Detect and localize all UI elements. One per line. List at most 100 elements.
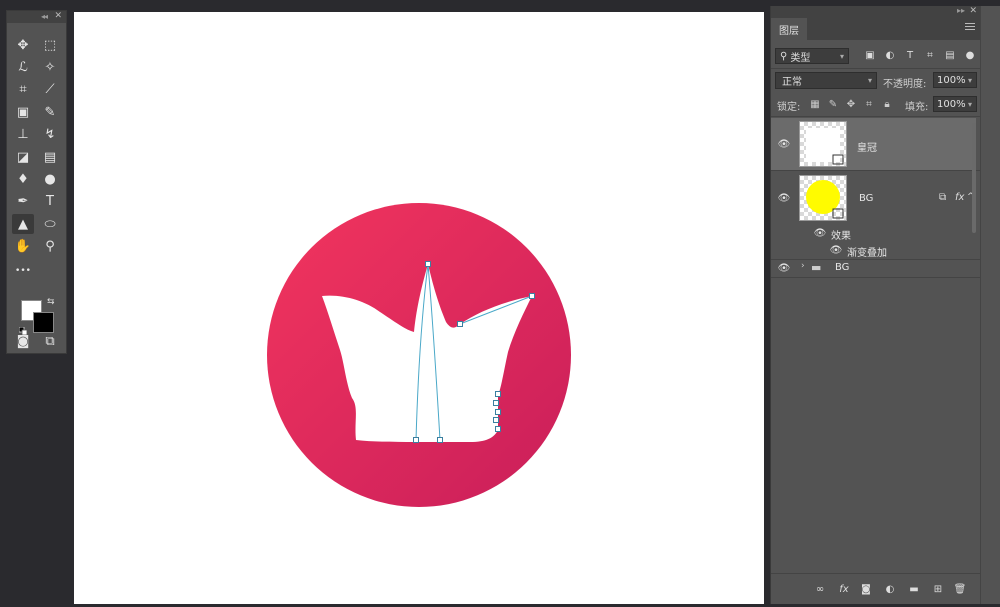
layer-filter-dropdown[interactable]: ⚲ 类型 ▾ [775, 48, 849, 64]
divider [771, 68, 981, 69]
move-tool-icon[interactable]: ✥ [12, 35, 34, 55]
type-filter-icon[interactable]: T [903, 48, 917, 62]
layer-row-crown[interactable]: 👁︎ 皇冠 [771, 118, 976, 170]
path-selection-tool-icon[interactable]: ▲ [12, 214, 34, 235]
lock-transparent-icon[interactable]: ▦ [809, 98, 821, 110]
folder-icon: ▬ [811, 261, 822, 274]
stamp-tool-icon[interactable]: ⊥ [12, 125, 34, 145]
fill-label: 填充: [905, 102, 929, 113]
tools-panel: ◂◂ ✕ ✥ ⬚ ℒ ✧ ⌗ ⟋ ▣ ✎ ⊥ ↯ ◪ ▤ ♦ ● ✒ T ▲ ⬭ ✋ ⚲ ••• ◙ ⧉ ⇆ [6, 10, 67, 354]
chevron-down-icon: ▾ [867, 76, 872, 85]
panel-dock-edge [980, 6, 1000, 604]
layer-thumbnail [799, 175, 847, 221]
history-brush-tool-icon[interactable]: ↯ [39, 125, 61, 145]
new-layer-icon[interactable]: ⊞ [931, 582, 945, 596]
add-mask-icon[interactable]: ◙ [859, 582, 873, 596]
lock-all-icon[interactable]: 🔒︎ [881, 98, 893, 110]
add-layer-style-icon[interactable]: fx [837, 582, 851, 596]
adjustment-filter-icon[interactable]: ◐ [883, 48, 897, 62]
visibility-eye-icon[interactable]: 👁︎ [829, 245, 843, 256]
shape-filter-icon[interactable]: ⌗ [923, 48, 937, 62]
opacity-value: 100% [937, 74, 966, 86]
effects-label: 效果 [831, 231, 851, 242]
lock-label: 锁定: [777, 102, 801, 113]
eyedropper-tool-icon[interactable]: ⟋ [39, 80, 61, 100]
layer-row-bg-group[interactable]: 👁︎ › ▬ BG [771, 260, 976, 276]
layer-style-icon[interactable]: ⧉ [939, 192, 946, 203]
chevron-right-icon[interactable]: › [801, 261, 805, 271]
magic-wand-tool-icon[interactable]: ✧ [39, 57, 61, 77]
default-colors-icon[interactable] [19, 327, 27, 335]
collapse-icon[interactable]: ▸▸ [957, 6, 965, 15]
opacity-input[interactable]: 100% ▾ [933, 72, 977, 88]
blur-tool-icon[interactable]: ♦ [12, 169, 34, 189]
visibility-eye-icon[interactable]: 👁︎ [813, 228, 827, 239]
ellipse-tool-icon[interactable]: ⬭ [39, 214, 61, 234]
lock-position-icon[interactable]: ✥ [845, 98, 857, 110]
search-icon: ⚲ [780, 50, 788, 62]
visibility-eye-icon[interactable]: 👁︎ [777, 193, 791, 204]
delete-layer-icon[interactable]: 🗑︎ [953, 582, 967, 596]
healing-tool-icon[interactable]: ▣ [12, 102, 34, 122]
lock-artboard-icon[interactable]: ⌗ [863, 98, 875, 110]
adjustment-layer-icon[interactable]: ◐ [883, 582, 897, 596]
tools-panel-header[interactable]: ◂◂ ✕ [7, 11, 66, 23]
new-group-icon[interactable]: ▬ [907, 582, 921, 596]
layers-panel: ▸▸ ✕ 图层 ⚲ 类型 ▾ ▣ ◐ T ⌗ ▤ ● 正常 ▾ 不透明度: 10… [770, 6, 981, 604]
lock-pixels-icon[interactable]: ✎ [827, 98, 839, 110]
smart-object-filter-icon[interactable]: ▤ [943, 48, 957, 62]
divider [771, 277, 981, 278]
filter-toggle-icon[interactable]: ● [963, 48, 977, 62]
panel-menu-icon[interactable] [965, 23, 975, 32]
screen-mode-tool-icon[interactable]: ⧉ [39, 331, 61, 351]
blend-mode-dropdown[interactable]: 正常 ▾ [775, 72, 877, 89]
crop-tool-icon[interactable]: ⌗ [12, 80, 34, 100]
divider [771, 170, 981, 171]
marquee-tool-icon[interactable]: ⬚ [39, 35, 61, 55]
close-icon[interactable]: ✕ [969, 6, 977, 16]
link-layers-icon[interactable]: ∞ [813, 582, 827, 596]
layer-filter-row: ⚲ 类型 ▾ ▣ ◐ T ⌗ ▤ ● [775, 46, 977, 68]
zoom-tool-icon[interactable]: ⚲ [39, 237, 61, 257]
layer-filter-label: 类型 [790, 52, 811, 64]
opacity-label: 不透明度: [883, 79, 927, 90]
type-tool-icon[interactable]: T [39, 192, 61, 212]
tab-layers[interactable]: 图层 [771, 18, 807, 40]
blend-mode-value: 正常 [782, 77, 802, 88]
chevron-down-icon: ▾ [839, 51, 844, 61]
visibility-eye-icon[interactable]: 👁︎ [777, 263, 791, 274]
chevron-down-icon: ▾ [967, 99, 972, 109]
effect-gradient-overlay-row[interactable]: 👁︎ 渐变叠加 [771, 242, 976, 260]
visibility-eye-icon[interactable]: 👁︎ [777, 139, 791, 150]
close-icon[interactable]: ✕ [54, 11, 62, 21]
gradient-tool-icon[interactable]: ▤ [39, 147, 61, 167]
background-color-swatch[interactable] [33, 312, 54, 333]
artwork [267, 203, 571, 507]
layer-name[interactable]: 皇冠 [857, 139, 877, 154]
layers-scrollbar[interactable] [972, 123, 976, 233]
swap-colors-icon[interactable]: ⇆ [47, 297, 55, 307]
more-tools-icon[interactable]: ••• [12, 261, 34, 281]
eraser-tool-icon[interactable]: ◪ [12, 147, 34, 167]
panel-header-strip[interactable]: ▸▸ ✕ [771, 6, 981, 18]
image-filter-icon[interactable]: ▣ [863, 48, 877, 62]
effects-row[interactable]: 👁︎ 效果 [771, 225, 976, 243]
document-canvas[interactable] [74, 12, 764, 604]
collapse-icon[interactable]: ◂◂ [41, 12, 48, 21]
layer-name[interactable]: BG [835, 262, 849, 273]
divider [771, 116, 981, 117]
hand-tool-icon[interactable]: ✋ [12, 237, 34, 257]
chevron-down-icon: ▾ [967, 75, 972, 85]
lasso-tool-icon[interactable]: ℒ [12, 57, 34, 77]
layer-name[interactable]: BG [859, 193, 873, 204]
pen-tool-icon[interactable]: ✒ [12, 192, 34, 212]
layer-thumbnail [799, 121, 847, 167]
brush-tool-icon[interactable]: ✎ [39, 102, 61, 122]
fill-value: 100% [937, 98, 966, 110]
fill-input[interactable]: 100% ▾ [933, 96, 977, 112]
layers-bottom-toolbar: ∞ fx ◙ ◐ ▬ ⊞ 🗑︎ [771, 573, 981, 604]
layer-row-bg[interactable]: 👁︎ BG ⧉ fx ^ [771, 172, 976, 224]
dodge-tool-icon[interactable]: ● [39, 169, 61, 189]
fx-badge[interactable]: fx [955, 192, 964, 203]
effect-name: 渐变叠加 [847, 248, 887, 259]
